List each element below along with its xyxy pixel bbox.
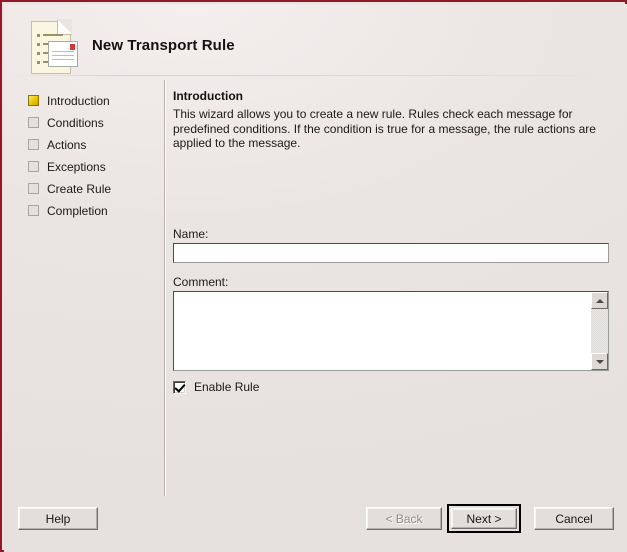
next-button-label: Next > [451, 508, 517, 529]
step-marker-icon [28, 95, 39, 106]
help-button[interactable]: Help [18, 507, 98, 530]
comment-label: Comment: [173, 275, 229, 289]
scroll-down-arrow-icon[interactable] [591, 353, 608, 370]
next-button[interactable]: Next > [447, 504, 521, 533]
new-transport-rule-window: New Transport Rule Introduction Conditio… [0, 0, 627, 552]
comment-scrollbar[interactable] [591, 292, 608, 370]
wizard-steps-sidebar: Introduction Conditions Actions Exceptio… [4, 76, 164, 496]
list-bullet [37, 34, 40, 37]
content-description: This wizard allows you to create a new r… [173, 107, 596, 150]
comment-input[interactable] [174, 292, 591, 370]
sidebar-item-exceptions[interactable]: Exceptions [28, 158, 106, 175]
wizard-body: New Transport Rule Introduction Conditio… [4, 4, 627, 552]
sidebar-item-label: Conditions [47, 115, 104, 130]
sidebar-item-label: Exceptions [47, 159, 106, 174]
back-button[interactable]: < Back [366, 507, 442, 530]
cancel-button[interactable]: Cancel [534, 507, 614, 530]
list-bullet [37, 61, 40, 64]
list-bullet [37, 52, 40, 55]
sidebar-item-completion[interactable]: Completion [28, 202, 108, 219]
wizard-content-pane: Introduction This wizard allows you to c… [166, 76, 627, 496]
message-note-overlay-icon [48, 41, 78, 67]
document-fold-corner-icon [57, 19, 72, 35]
content-heading: Introduction [173, 89, 243, 103]
sidebar-item-create-rule[interactable]: Create Rule [28, 180, 111, 197]
note-line [52, 55, 74, 56]
enable-rule-checkbox[interactable] [173, 380, 186, 394]
step-marker-icon [28, 161, 39, 172]
list-bullet [37, 43, 40, 46]
note-line [52, 51, 74, 52]
sidebar-item-actions[interactable]: Actions [28, 136, 86, 153]
page-title: New Transport Rule [92, 37, 235, 54]
red-marker-icon [70, 44, 75, 50]
arrow-glyph [595, 298, 604, 303]
arrow-glyph [595, 359, 604, 364]
comment-field-wrapper [173, 291, 609, 371]
step-marker-icon [28, 139, 39, 150]
transport-rule-document-icon [26, 19, 82, 76]
checkmark-icon [174, 380, 186, 393]
note-line [52, 59, 74, 60]
enable-rule-label: Enable Rule [194, 380, 260, 394]
step-marker-icon [28, 183, 39, 194]
sidebar-item-introduction[interactable]: Introduction [28, 92, 110, 109]
name-input[interactable] [173, 243, 609, 263]
wizard-footer: Help < Back Next > Cancel [4, 496, 627, 552]
sidebar-item-label: Create Rule [47, 181, 112, 196]
enable-rule-checkbox-row[interactable]: Enable Rule [173, 380, 259, 394]
sidebar-item-label: Actions [47, 137, 87, 152]
wizard-header: New Transport Rule [4, 4, 627, 76]
step-marker-icon [28, 117, 39, 128]
step-marker-icon [28, 205, 39, 216]
sidebar-item-conditions[interactable]: Conditions [28, 114, 104, 131]
sidebar-item-label: Introduction [47, 93, 110, 108]
list-rule-line [43, 34, 63, 36]
name-label: Name: [173, 227, 209, 241]
sidebar-item-label: Completion [47, 203, 108, 218]
scroll-up-arrow-icon[interactable] [591, 292, 608, 309]
